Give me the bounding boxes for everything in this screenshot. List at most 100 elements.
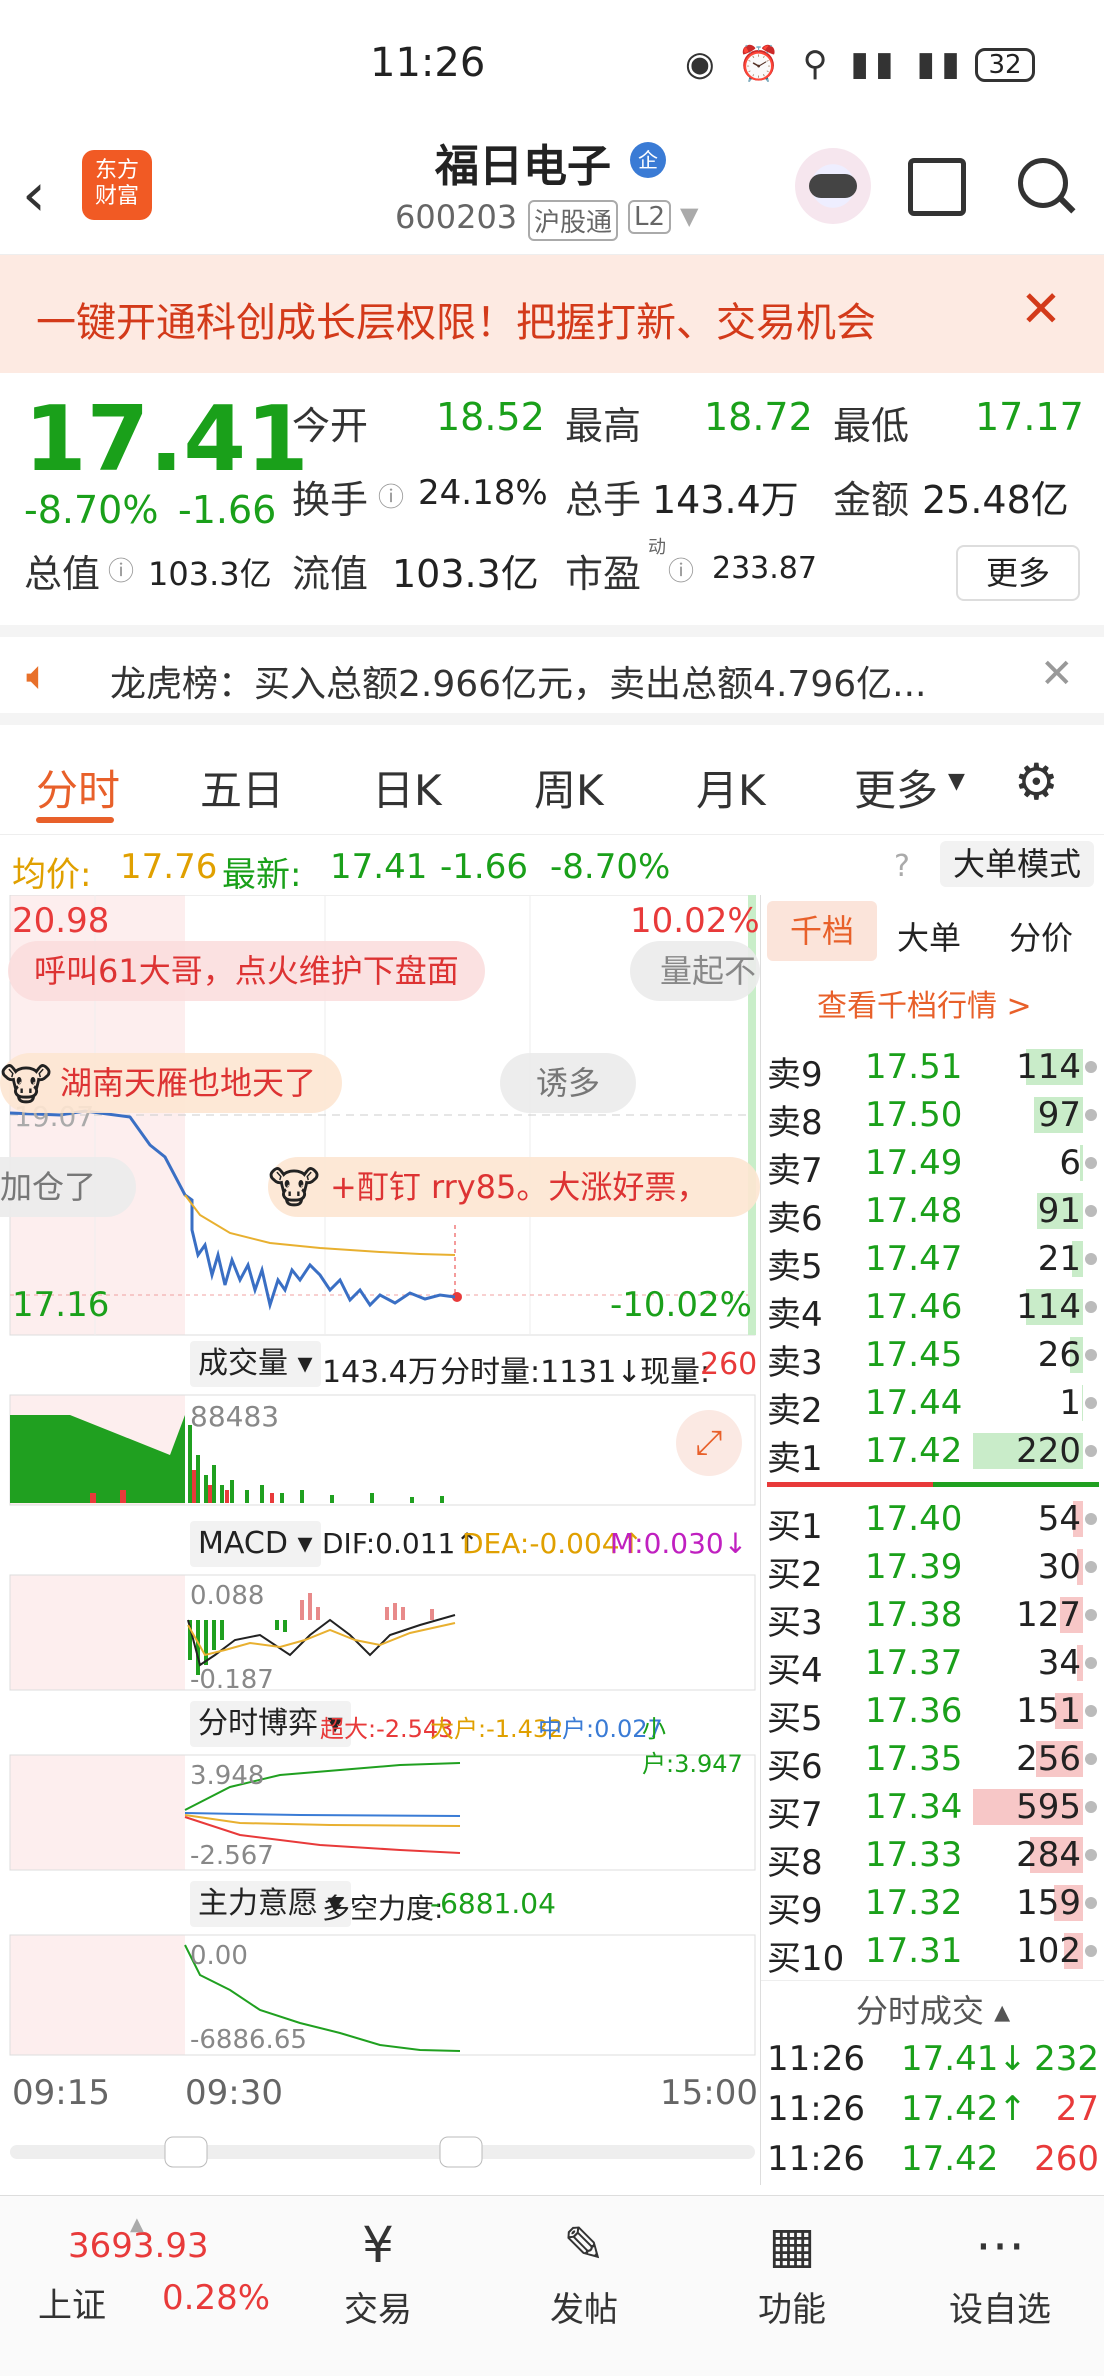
pre-open-shading [10, 1935, 185, 2055]
bid-row[interactable]: 买4 17.37 34 [761, 1639, 1104, 1691]
trade-volume: 232 [1034, 2039, 1099, 2079]
close-icon[interactable]: ✕ [1020, 280, 1062, 338]
danmu-bubble[interactable]: 量起不 [630, 941, 760, 1001]
macd-red-bars [300, 1593, 434, 1620]
help-icon[interactable]: ? [894, 849, 910, 884]
ask-price: 17.49 [865, 1143, 963, 1183]
info-icon[interactable]: ⓘ [668, 551, 694, 588]
ask-row[interactable]: 卖2 17.44 1 [761, 1379, 1104, 1431]
avg-price-label: 均价: [12, 855, 92, 895]
bid-row[interactable]: 买10 17.31 102 [761, 1927, 1104, 1979]
trades-toggle[interactable]: 分时成交 ▴ [761, 1980, 1104, 2040]
ask-price: 17.51 [865, 1047, 963, 1087]
status-dot [1085, 1561, 1097, 1573]
bid-row[interactable]: 买6 17.35 256 [761, 1735, 1104, 1787]
volume-selector[interactable]: 成交量 ▾ [190, 1341, 321, 1387]
macd-selector[interactable]: MACD ▾ [190, 1521, 321, 1567]
trade-price: 17.41↓ [901, 2039, 1027, 2079]
status-dot [1085, 1801, 1097, 1813]
pe-dynamic-sup: 动 [648, 537, 666, 558]
avg-price-value: 17.76 [120, 847, 218, 887]
status-dot [1085, 1397, 1097, 1409]
nav-post[interactable]: ✎ 发帖 [504, 2216, 664, 2331]
ask-row[interactable]: 卖5 17.47 21 [761, 1235, 1104, 1287]
danmu-bubble[interactable]: 诱多 [500, 1053, 637, 1113]
tab-depth[interactable]: 千档 [767, 901, 877, 961]
logo-text-top: 东方 [94, 158, 139, 183]
nav-functions[interactable]: ▦ 功能 [712, 2216, 872, 2331]
index-pct[interactable]: 0.28% [162, 2278, 270, 2318]
ask-price: 17.47 [865, 1239, 963, 1279]
danmu-bubble[interactable]: 呼叫61大哥，点火维护下盘面 [8, 941, 485, 1001]
tab-monthly-k[interactable]: 月K [696, 757, 766, 818]
settings-gear-icon[interactable]: ⚙ [1014, 753, 1059, 811]
tab-daily-k[interactable]: 日K [372, 757, 442, 818]
game-top-label: 3.948 [190, 1761, 265, 1791]
share-icon[interactable] [908, 158, 966, 216]
ask-level: 卖1 [767, 1439, 823, 1479]
bid-row[interactable]: 买1 17.40 54 [761, 1495, 1104, 1547]
change-percent: -8.70% [24, 488, 159, 532]
level2-tag[interactable]: L2 [628, 200, 672, 234]
tab-weekly-k[interactable]: 周K [534, 757, 604, 818]
intraday-chart-area[interactable]: 20.98 10.02% 19.07 17.16 -10.02% 呼叫61大哥，… [0, 895, 760, 2175]
volume-label: 总手 [565, 478, 642, 522]
dragon-tiger-bar[interactable]: 🔈︎ 龙虎榜：买入总额2.966亿元，卖出总额4.796亿... ✕ [0, 625, 1104, 725]
macd-dif: DIF:0.011↑ [322, 1527, 479, 1560]
tab-big-orders[interactable]: 大单 [897, 913, 961, 959]
nav-watchlist[interactable]: ⋯ 设自选 [920, 2216, 1080, 2331]
macd-dea-line [187, 1622, 456, 1657]
tab-intraday[interactable]: 分时 [36, 757, 120, 818]
more-button[interactable]: 更多 [956, 545, 1080, 601]
big-order-mode-button[interactable]: 大单模式 [940, 841, 1094, 887]
app-logo[interactable]: 东方 财富 [82, 150, 152, 220]
ask-row[interactable]: 卖8 17.50 97 [761, 1091, 1104, 1143]
banner-text: 一键开通科创成长层权限！把握打新、交易机会 [36, 300, 876, 346]
macd-m: M:0.030↓ [610, 1527, 748, 1560]
danmu-bubble[interactable]: +酊钉 rry85。大涨好票， [268, 1157, 760, 1217]
bull-bear-label: 多空力度: [322, 1892, 444, 1925]
bid-row[interactable]: 买7 17.34 595 [761, 1783, 1104, 1835]
chevron-down-icon[interactable]: ▼ [948, 769, 965, 794]
info-icon[interactable]: ⓘ [108, 551, 134, 588]
ask-row[interactable]: 卖7 17.49 6 [761, 1139, 1104, 1191]
latest-value: 17.41 [330, 847, 428, 887]
tab-more[interactable]: 更多 [854, 757, 938, 818]
time-label-close: 15:00 [660, 2073, 758, 2113]
bid-row[interactable]: 买9 17.32 159 [761, 1879, 1104, 1931]
ask-row[interactable]: 卖9 17.51 114 [761, 1043, 1104, 1095]
ask-row[interactable]: 卖4 17.46 114 [761, 1283, 1104, 1335]
ask-volume: 97 [1037, 1095, 1081, 1135]
bid-row[interactable]: 买3 17.38 127 [761, 1591, 1104, 1643]
grid-apps-icon: ▦ [768, 2216, 816, 2274]
index-name[interactable]: 上证 [38, 2278, 106, 2327]
speaker-icon: 🔈︎ [26, 653, 50, 699]
ask-row[interactable]: 卖1 17.42 220 [761, 1427, 1104, 1479]
info-icon[interactable]: ⓘ [378, 477, 404, 514]
tab-five-day[interactable]: 五日 [200, 757, 284, 818]
nav-trade[interactable]: ¥ 交易 [298, 2216, 458, 2331]
tab-price-dist[interactable]: 分价 [1009, 913, 1073, 959]
status-dot [1085, 1109, 1097, 1121]
minute-volume: 分时量:1131↓ [440, 1355, 642, 1390]
expand-icon[interactable]: ⤢ [676, 1410, 742, 1476]
market-cap-label: 总值 [24, 552, 101, 596]
bid-price: 17.34 [865, 1787, 963, 1827]
close-icon[interactable]: ✕ [1040, 651, 1074, 697]
dragon-tiger-text: 龙虎榜：买入总额2.966亿元，卖出总额4.796亿... [110, 664, 927, 705]
robot-assistant-icon[interactable] [795, 148, 871, 224]
bid-row[interactable]: 买2 17.39 30 [761, 1543, 1104, 1595]
view-depth-link[interactable]: 查看千档行情 > [817, 981, 1032, 1025]
bid-row[interactable]: 买8 17.33 284 [761, 1831, 1104, 1883]
back-arrow-icon[interactable]: ‹ [22, 160, 46, 230]
promo-banner[interactable]: 一键开通科创成长层权限！把握打新、交易机会 ✕ [0, 255, 1104, 373]
volume-total: 143.4万 [322, 1355, 438, 1390]
chevron-down-icon[interactable]: ▼ [680, 202, 698, 230]
ask-volume: 21 [1037, 1239, 1081, 1279]
danmu-bubble[interactable]: 加仓了 [0, 1157, 137, 1217]
bid-volume: 30 [1037, 1547, 1081, 1587]
bid-row[interactable]: 买5 17.36 151 [761, 1687, 1104, 1739]
bid-volume: 151 [1016, 1691, 1081, 1731]
ask-row[interactable]: 卖6 17.48 91 [761, 1187, 1104, 1239]
ask-row[interactable]: 卖3 17.45 26 [761, 1331, 1104, 1383]
